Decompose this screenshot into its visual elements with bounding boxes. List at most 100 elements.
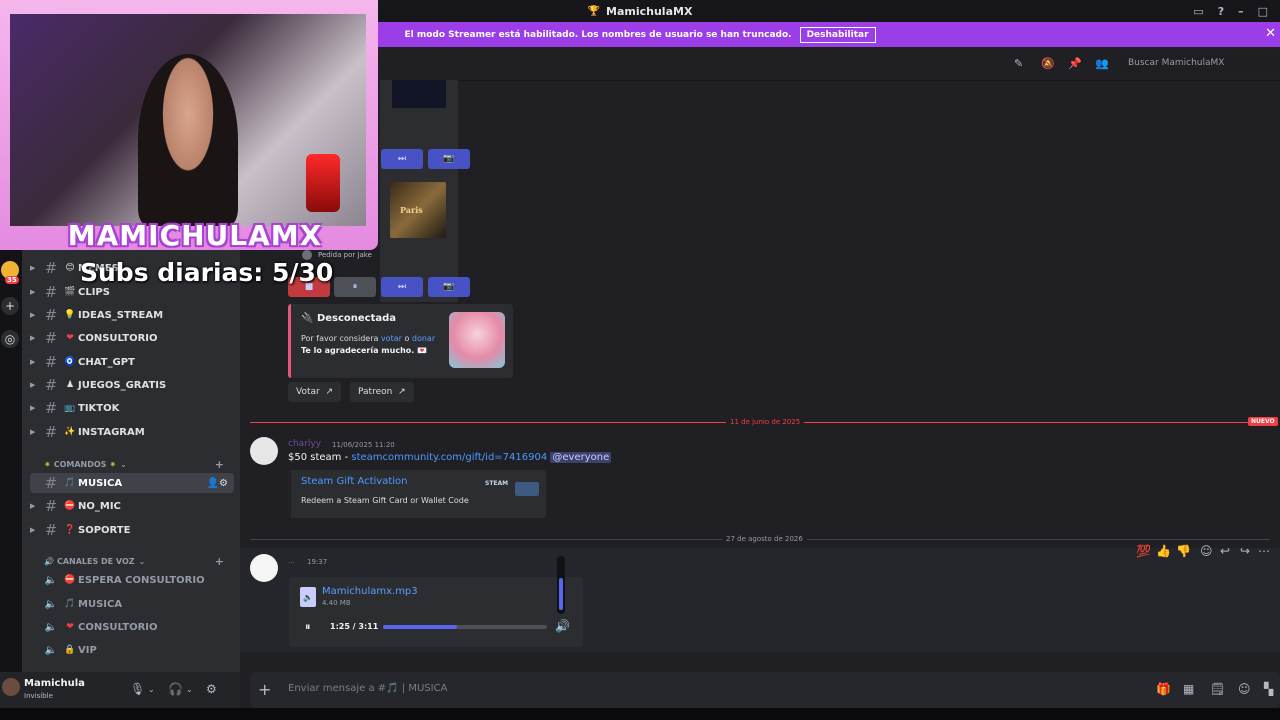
chevron-down-icon[interactable]: ⌄ <box>148 685 155 694</box>
gif-icon[interactable]: ▦ <box>1183 682 1194 696</box>
channel-consultorio[interactable]: ▶ # ❤ CONSULTORIO <box>30 328 234 348</box>
gift-icon[interactable]: 🎁 <box>1156 682 1171 696</box>
daily-subs-counter: Subs diarias: 5/30 <box>80 258 334 287</box>
voice-channel-espera-consultorio[interactable]: 🔈 ⛔ ESPERA CONSULTORIO <box>40 570 234 590</box>
app-icon: 🏆 <box>587 5 601 17</box>
category-voice[interactable]: 🔊 CANALES DE VOZ ⌄ + <box>44 554 234 568</box>
album-art-text: Paris <box>400 205 423 215</box>
channel-instagram[interactable]: ▶ # ✨ INSTAGRAM <box>30 422 234 442</box>
skip-button[interactable]: ⏭ <box>381 277 423 297</box>
channel-chat-gpt[interactable]: ▶ # 🧿 CHAT_GPT <box>30 352 234 372</box>
gear-icon[interactable]: 👤⚙ <box>207 478 228 489</box>
voice-channel-musica[interactable]: 🔈 🎵 MUSICA <box>40 594 234 614</box>
channel-no-mic[interactable]: ▶ # ⛔ NO_MIC <box>30 496 234 516</box>
embed-title-link[interactable]: Steam Gift Activation <box>301 476 408 487</box>
volume-icon[interactable]: 🔊 <box>555 619 570 633</box>
voice-channel-consultorio[interactable]: 🔈 ❤ CONSULTORIO <box>40 617 234 637</box>
add-channel-icon[interactable]: + <box>215 555 224 568</box>
channel-arrow: ▶ <box>30 404 36 412</box>
member-list-icon[interactable]: 👥 <box>1095 57 1109 70</box>
threads-icon[interactable]: ✎ <box>1014 57 1023 70</box>
disable-streamer-mode-button[interactable]: Deshabilitar <box>799 26 876 43</box>
channel-emoji: 💡 <box>64 310 76 320</box>
add-attachment-icon[interactable]: + <box>258 680 271 699</box>
camera-button[interactable]: 📷 <box>428 277 470 297</box>
thumbs-down-icon[interactable]: 👎 <box>1176 544 1191 558</box>
mention[interactable]: @everyone <box>550 452 612 463</box>
vote-link[interactable]: votar <box>381 334 402 343</box>
thumbs-up-icon[interactable]: 👍 <box>1156 544 1171 558</box>
message-composer[interactable]: + Enviar mensaje a #🎵 | MUSICA 🎁 ▦ 🗒 ☺ ▚ <box>250 672 1280 708</box>
discover-icon[interactable]: ◎ <box>1 330 19 348</box>
sticker-icon[interactable]: 🗒 <box>1210 682 1225 696</box>
channel-label: NO_MIC <box>78 500 121 512</box>
external-link-icon: ↗ <box>398 387 406 397</box>
speaker-icon: 🔈 <box>44 644 58 656</box>
channel-ideas-stream[interactable]: ▶ # 💡 IDEAS_STREAM <box>30 305 234 325</box>
forward-icon[interactable]: ↪ <box>1240 544 1250 558</box>
message-author[interactable]: charlyy <box>288 439 321 449</box>
sparkle-icon: ✷ <box>44 459 51 469</box>
channel-arrow: ▶ <box>30 334 36 342</box>
message-author[interactable]: ... <box>288 557 295 565</box>
gift-link[interactable]: steamcommunity.com/gift/id=7416904 <box>351 452 547 463</box>
add-reaction-icon[interactable]: ☺ <box>1200 544 1213 558</box>
reply-icon[interactable]: ↩ <box>1220 544 1230 558</box>
speaker-icon: 🔈 <box>44 621 58 633</box>
help-icon[interactable]: ? <box>1218 5 1224 18</box>
add-channel-icon[interactable]: + <box>215 458 224 471</box>
camera-button[interactable]: 📷 <box>428 149 470 169</box>
channel-label: CLIPS <box>78 286 110 298</box>
new-badge: NUEVO <box>1248 417 1278 426</box>
pin-icon[interactable]: 📌 <box>1068 57 1082 70</box>
channel-label: IDEAS_STREAM <box>78 309 164 321</box>
notifications-muted-icon[interactable]: 🔕 <box>1041 57 1055 70</box>
channel-soporte[interactable]: ▶ # ❓ SOPORTE <box>30 520 234 540</box>
channel-emoji: ❤ <box>66 622 74 632</box>
settings-gear-icon[interactable]: ⚙ <box>206 682 217 696</box>
patreon-button[interactable]: Patreon ↗ <box>350 382 414 402</box>
channel-emoji: 🧿 <box>64 357 76 367</box>
channel-label: TIKTOK <box>78 402 120 414</box>
category-label: COMANDOS <box>53 459 107 469</box>
channel-label: JUEGOS_GRATIS <box>78 379 167 391</box>
hash-icon: # <box>44 423 58 441</box>
channel-juegos-gratis[interactable]: ▶ # ♟ JUEGOS_GRATIS <box>30 375 234 395</box>
avatar[interactable] <box>250 554 278 582</box>
channel-label: VIP <box>78 644 97 656</box>
channel-emoji: ❓ <box>64 525 76 535</box>
channel-emoji: ⛔ <box>64 575 76 585</box>
microphone-icon[interactable]: 🎙 <box>130 682 145 696</box>
streamer-name: MAMICHULAMX <box>67 219 323 252</box>
headphones-icon[interactable]: 🎧 <box>168 682 183 696</box>
apps-icon[interactable]: ▚ <box>1264 682 1273 696</box>
avatar[interactable] <box>250 437 278 465</box>
pause-button[interactable]: ⏸ <box>334 277 376 297</box>
file-name-link[interactable]: Mamichulamx.mp3 <box>322 586 418 597</box>
avatar[interactable] <box>2 678 20 696</box>
gift-card-thumbnail <box>515 482 539 496</box>
close-icon[interactable]: ✕ <box>1265 26 1276 41</box>
channel-tiktok[interactable]: ▶ # 📺 TIKTOK <box>30 398 234 418</box>
category-commands[interactable]: ✷ COMANDOS ✷ ⌄ + <box>44 457 234 471</box>
pause-icon[interactable]: ⏸ <box>305 620 311 634</box>
minimize-button[interactable]: – <box>1238 5 1244 18</box>
maximize-button[interactable]: □ <box>1258 5 1268 18</box>
webcam-overlay: MAMICHULAMX <box>0 0 378 252</box>
window-title: MamichulaMX <box>606 4 693 18</box>
more-options-icon[interactable]: ⋯ <box>1258 544 1270 558</box>
donate-link[interactable]: donar <box>412 334 435 343</box>
super-reaction-icon[interactable]: 💯 <box>1136 544 1151 558</box>
emoji-icon[interactable]: ☺ <box>1238 682 1251 696</box>
skip-button[interactable]: ⏭ <box>381 149 423 169</box>
chevron-down-icon[interactable]: ⌄ <box>186 685 193 694</box>
search-input[interactable]: Buscar MamichulaMX <box>1120 55 1280 73</box>
add-server-icon[interactable]: + <box>1 297 19 315</box>
channel-musica[interactable]: # 🎵 MUSICA 👤⚙ <box>30 473 234 493</box>
playback-progress-bar[interactable] <box>383 625 547 629</box>
volume-slider[interactable] <box>557 556 565 614</box>
inbox-icon[interactable]: ▭ <box>1193 5 1203 18</box>
voice-channel-vip[interactable]: 🔈 🔒 VIP <box>40 640 234 660</box>
channel-arrow: ▶ <box>30 288 36 296</box>
vote-button[interactable]: Votar ↗ <box>288 382 341 402</box>
